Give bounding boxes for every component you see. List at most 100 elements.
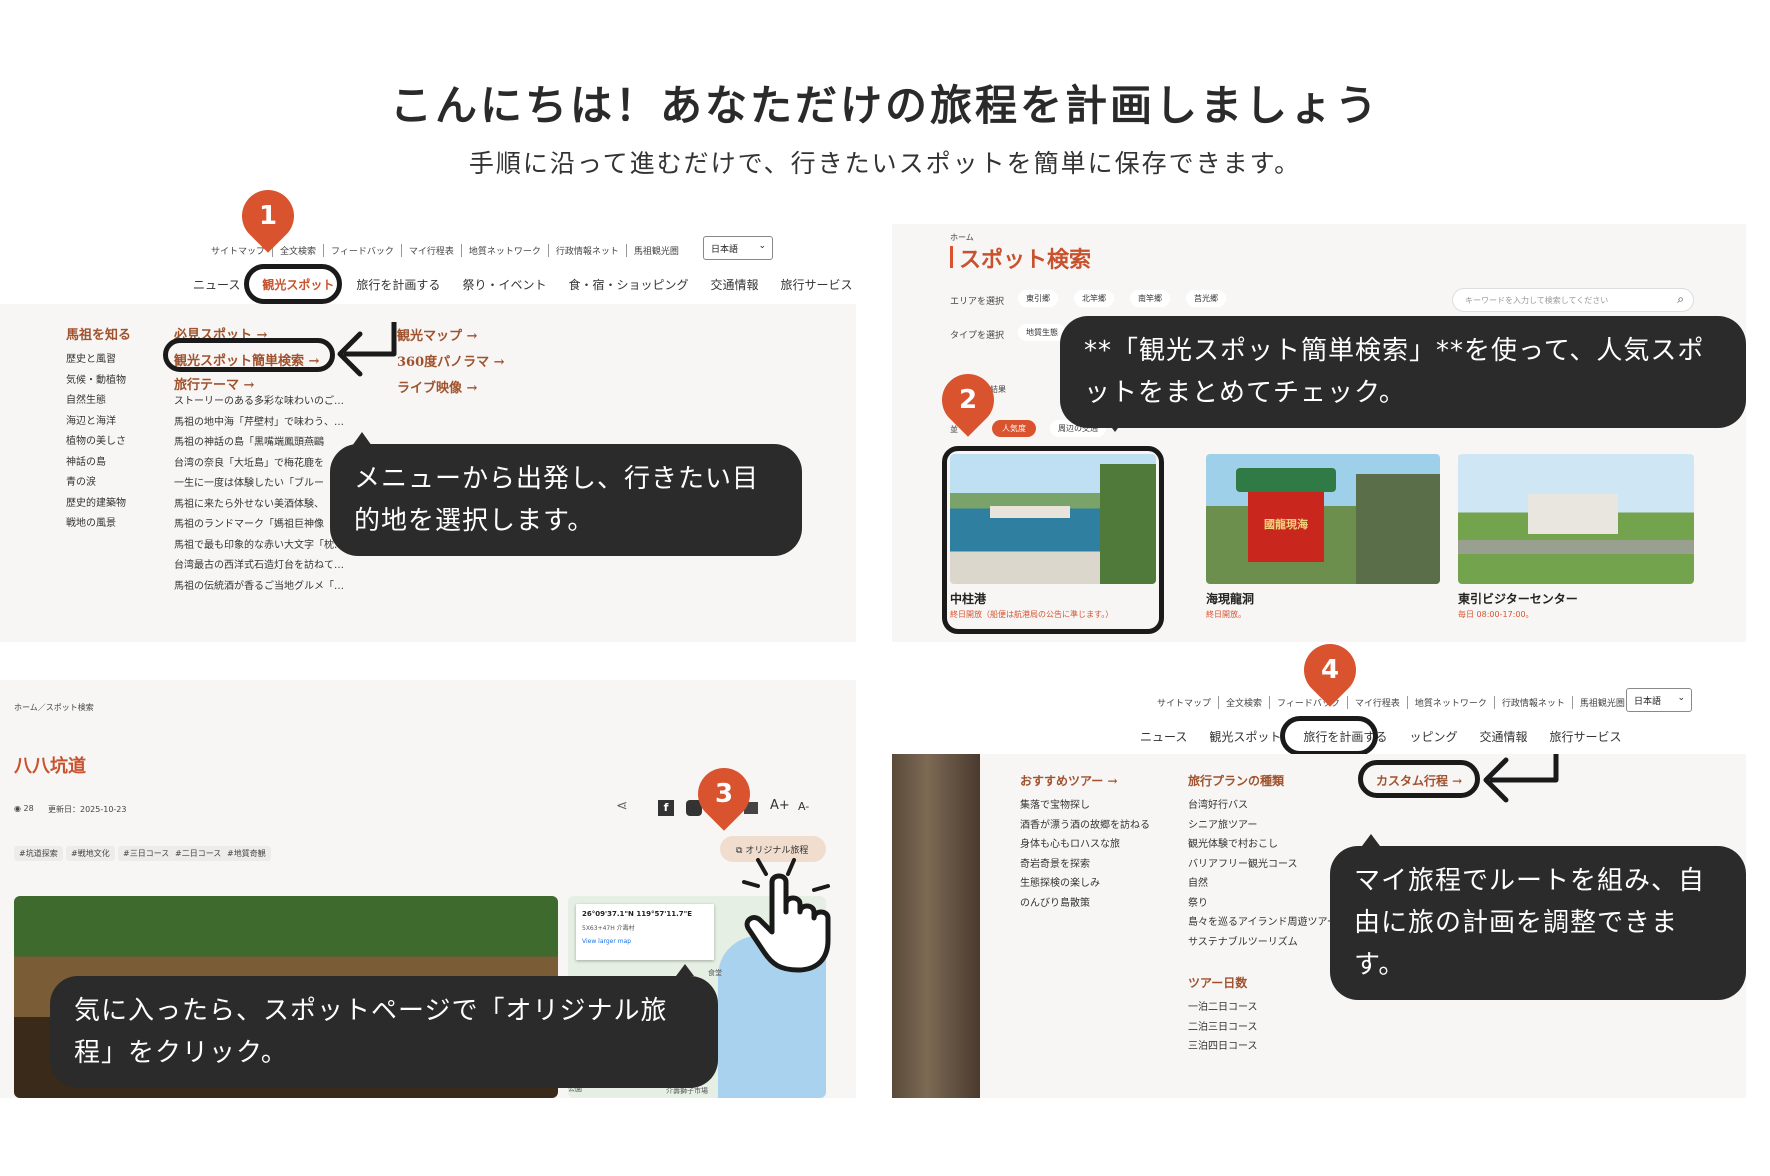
menu-item[interactable]: 身体も心もロハスな旅 [1020,835,1150,855]
menu-item[interactable]: のんびり島散策 [1020,894,1150,914]
menu-item[interactable]: 自然生態 [66,391,126,412]
menu-item[interactable]: 戦地の風景 [66,514,126,535]
menu-item[interactable]: 集落で宝物探し [1020,796,1150,816]
menu-item[interactable]: 祭り [1188,894,1337,914]
utility-link[interactable]: 行政情報ネット [1493,696,1572,709]
utility-link[interactable]: フィードバック [323,244,401,257]
spot-card[interactable]: 東引ビジターセンター 毎日 08:00-17:00。 [1458,454,1694,620]
menu-item[interactable]: 観光体験で村おこし [1188,835,1337,855]
nav-item[interactable]: 旅行サービス [780,276,852,293]
menu-item[interactable]: 馬祖の神話の島「黒嘴端鳳頭燕鷗 [174,433,344,454]
nav-item[interactable]: 祭り・イベント [462,276,546,293]
menu-item[interactable]: 植物の美しさ [66,432,126,453]
nav-item[interactable]: 旅行サービス [1549,728,1621,745]
type-chip[interactable]: 地質生態 [1018,324,1066,341]
spot-name: 東引ビジターセンター [1458,592,1578,606]
menu-item[interactable]: 二泊三日コース [1188,1018,1258,1038]
menu-item[interactable]: 台湾最古の西洋式石造灯台を訪ねて… [174,556,344,577]
menu-item[interactable]: 歴史的建築物 [66,494,126,515]
nav-item[interactable]: ニュース [1140,728,1187,745]
callout-step2: **「観光スポット簡単検索」**を使って、人気スポットをまとめてチェック。 [1060,316,1746,428]
updated-date: 更新日：2025-10-23 [48,805,127,814]
menu-item[interactable]: 神話の島 [66,453,126,474]
menu-item[interactable]: 馬祖に来たら外せない美酒体験、 [174,495,344,516]
view-count: ◉ 28 [14,804,34,813]
menu-item[interactable]: サステナブルツーリズム [1188,933,1337,953]
tag-chip[interactable]: #地質奇観 [222,846,271,861]
area-chip[interactable]: 南竿郷 [1130,290,1170,307]
utility-link[interactable]: 全文検索 [1218,696,1269,709]
col1-list: 集落で宝物探し 酒香が漂う酒の故郷を訪ねる 身体も心もロハスな旅 奇岩奇景を探索 生態探… [1020,796,1150,913]
tag-chip[interactable]: #三日コース [118,846,175,861]
menu-item[interactable]: 酒香が漂う酒の故郷を訪ねる [1020,816,1150,836]
area-chip[interactable]: 莒光郷 [1186,290,1226,307]
col1-heading[interactable]: おすすめツアー → [1020,772,1118,789]
nav-item[interactable]: ッピング [1409,728,1457,745]
theme-link[interactable]: 旅行テーマ → [174,374,254,393]
font-up-button[interactable]: A+ [770,798,790,813]
step-pin-2: 2 [931,363,1005,437]
nav-item[interactable]: 交通情報 [1479,728,1527,745]
menu-item[interactable]: 馬祖の地中海「芹壁村」で味わう、… [174,413,344,434]
menu-item[interactable]: 一泊二日コース [1188,998,1258,1018]
spot-card[interactable]: 國龍現海 海現龍洞 終日開放。 [1206,454,1440,620]
tag-chip[interactable]: #二日コース [170,846,227,861]
nav-item[interactable]: 観光スポット [1209,728,1281,745]
step1-panel: サイトマップ 全文検索 フィードバック マイ行程表 地質ネットワーク 行政情報ネット 馬祖観… [0,179,856,642]
menu-item[interactable]: 青の涙 [66,473,126,494]
nav-item[interactable]: 交通情報 [710,276,758,293]
utility-link[interactable]: 地質ネットワーク [1406,696,1494,709]
menu-item[interactable]: 奇岩奇景を探索 [1020,855,1150,875]
days-list: 一泊二日コース 二泊三日コース 三泊四日コース [1188,998,1258,1057]
col1-heading[interactable]: 馬祖を知る [66,324,131,343]
menu-item[interactable]: 台湾好行バス [1188,796,1337,816]
tag-chip[interactable]: #坑道探索 [14,846,63,861]
area-chip[interactable]: 東引郷 [1018,290,1058,307]
menu-item[interactable]: 三泊四日コース [1188,1037,1258,1057]
font-down-button[interactable]: A- [798,800,809,813]
map-code: 5X63+47H 介壽村 [582,925,635,932]
step-pin-3: 3 [687,757,761,831]
nav-item[interactable]: 食・宿・ショッピング [568,276,688,293]
menu-item[interactable]: 馬祖で最も印象的な赤い大文字「枕… [174,536,344,557]
nav-item[interactable]: ニュース [193,276,240,293]
col2-heading-days: ツアー日数 [1188,976,1248,990]
menu-item[interactable]: 一生に一度は体験したい「ブルー [174,474,344,495]
language-select[interactable]: 日本語 ⌄ [1626,688,1692,712]
share-icon[interactable]: ⋖ [616,798,628,814]
utility-link[interactable]: 馬祖観光圏 [1571,696,1632,709]
utility-link[interactable]: サイトマップ [1150,696,1218,709]
tag-chip[interactable]: #戦地文化 [66,846,115,861]
menu-item[interactable]: 歴史と風習 [66,350,126,371]
utility-link[interactable]: マイ行程表 [1346,696,1407,709]
nav-item[interactable]: 旅行を計画する [356,276,440,293]
menu-item[interactable]: 自然 [1188,874,1337,894]
search-input[interactable]: キーワードを入力して検索してください ⌕ [1452,288,1694,312]
callout-step4: マイ旅程でルートを組み、自由に旅の計画を調整できます。 [1330,846,1746,1000]
menu-item[interactable]: シニア旅ツアー [1188,816,1337,836]
area-chip[interactable]: 北竿郷 [1074,290,1114,307]
menu-item[interactable]: 気候・動植物 [66,371,126,392]
col2-heading: 旅行プランの種類 [1188,774,1285,788]
menu-item[interactable]: 馬祖の伝統酒が香るご当地グルメ「… [174,577,344,598]
view-value: 28 [23,804,34,813]
utility-link[interactable]: 馬祖観光圏 [625,244,686,257]
menu-item[interactable]: ストーリーのある多彩な味わいのご… [174,392,344,413]
menu-item[interactable]: バリアフリー観光コース [1188,855,1337,875]
breadcrumb[interactable]: ホーム／スポット検索 [14,702,94,713]
map-label: 食堂 [708,969,722,977]
menu-item[interactable]: 台湾の奈良「大坵島」で梅花鹿を [174,454,344,475]
menu-item[interactable]: 馬祖のランドマーク「媽祖巨神像 [174,515,344,536]
utility-link[interactable]: 全文検索 [272,244,323,257]
menu-item[interactable]: 島々を巡るアイランド周遊ツアー [1188,913,1337,933]
utility-link[interactable]: 地質ネットワーク [460,244,548,257]
map-larger-link[interactable]: View larger map [582,938,708,945]
utility-link[interactable]: マイ行程表 [400,244,461,257]
facebook-icon[interactable]: f [658,800,674,816]
sort-chip-popular[interactable]: 人気度 [992,420,1036,437]
language-select[interactable]: 日本語 ⌄ [703,236,773,260]
menu-item[interactable]: 生態探検の楽しみ [1020,874,1150,894]
menu-item[interactable]: 海辺と海洋 [66,412,126,433]
utility-link[interactable]: 行政情報ネット [547,244,626,257]
hand-pointer-icon [742,858,831,973]
